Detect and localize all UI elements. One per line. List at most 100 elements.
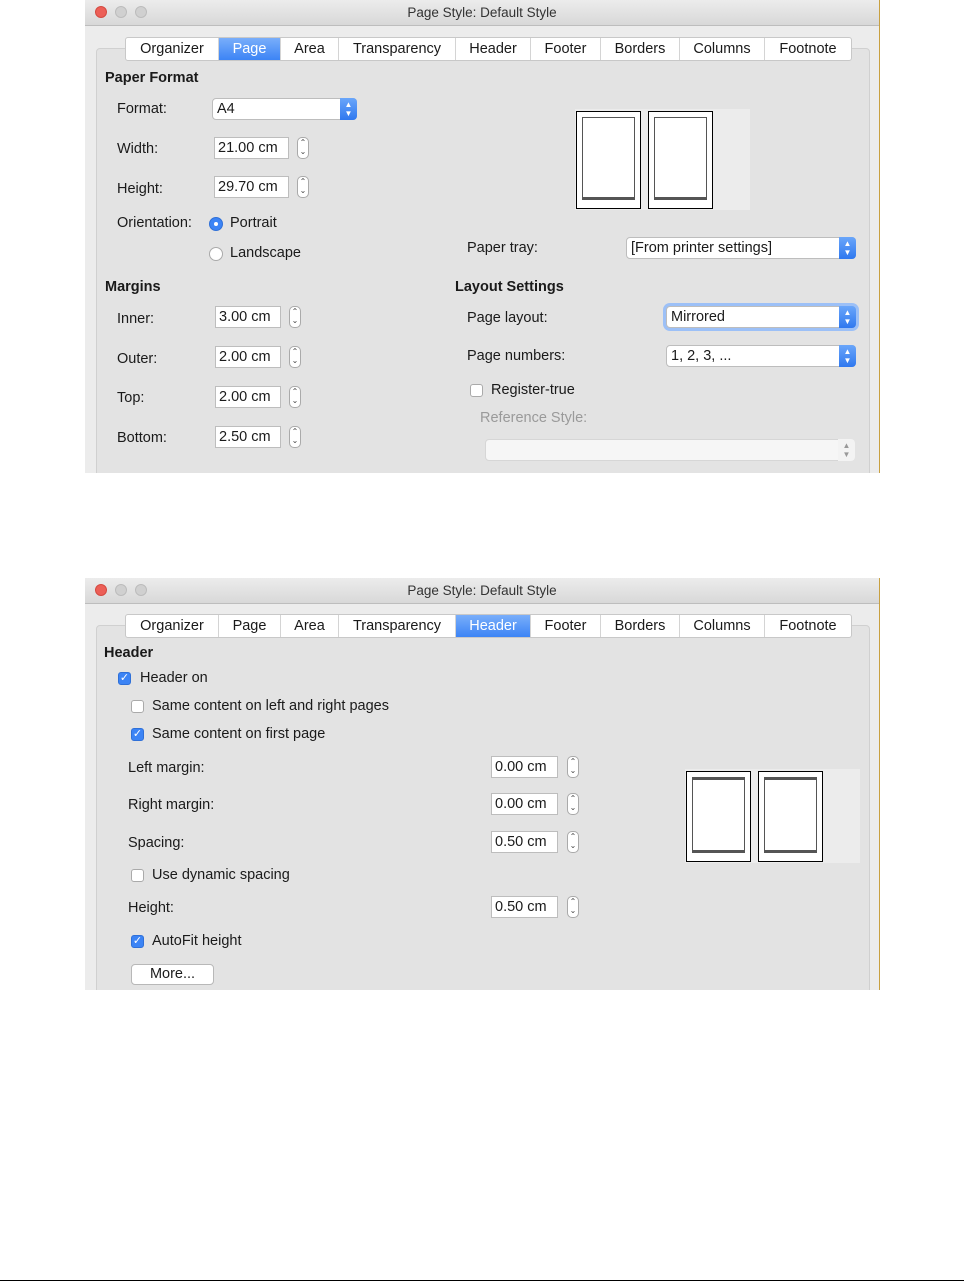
- more-button[interactable]: More...: [131, 964, 214, 985]
- spacing-field[interactable]: 0.50 cm: [491, 831, 558, 853]
- reference-style-select[interactable]: ▲ ▼: [485, 439, 855, 461]
- top-stepper[interactable]: ⌃ ⌄: [289, 386, 301, 408]
- inner-stepper[interactable]: ⌃ ⌄: [289, 306, 301, 328]
- width-field[interactable]: 21.00 cm: [214, 137, 289, 159]
- page-style-dialog-header-tab: Page Style: Default Style Organizer Page…: [85, 578, 880, 990]
- same-content-left-right-checkbox[interactable]: [131, 700, 144, 713]
- right-margin-field[interactable]: 0.00 cm: [491, 793, 558, 815]
- same-content-left-right-label: Same content on left and right pages: [152, 698, 389, 714]
- page-numbers-select[interactable]: 1, 2, 3, ... ▲ ▼: [666, 345, 856, 367]
- inner-field[interactable]: 3.00 cm: [215, 306, 281, 328]
- chevron-up-down-icon: ▲ ▼: [839, 345, 856, 367]
- left-page-preview: [576, 111, 641, 209]
- page-numbers-label: Page numbers:: [467, 348, 566, 364]
- width-stepper[interactable]: ⌃ ⌄: [297, 137, 309, 159]
- tab-borders[interactable]: Borders: [601, 615, 680, 637]
- tab-footnote[interactable]: Footnote: [765, 38, 851, 60]
- dialog-title: Page Style: Default Style: [407, 5, 557, 20]
- paper-tray-select[interactable]: [From printer settings] ▲ ▼: [626, 237, 856, 259]
- left-margin-field[interactable]: 0.00 cm: [491, 756, 558, 778]
- paper-tray-value: [From printer settings]: [631, 240, 773, 256]
- tab-footnote[interactable]: Footnote: [765, 615, 851, 637]
- page-bottom-rule: [0, 1280, 964, 1281]
- format-label: Format:: [117, 101, 167, 117]
- register-true-checkbox[interactable]: [470, 384, 483, 397]
- page-numbers-value: 1, 2, 3, ...: [671, 348, 732, 364]
- height-stepper[interactable]: ⌃ ⌄: [567, 896, 579, 918]
- header-on-checkbox[interactable]: ✓: [118, 672, 131, 685]
- tab-footer[interactable]: Footer: [531, 615, 601, 637]
- header-heading: Header: [104, 645, 154, 661]
- tab-bar: Organizer Page Area Transparency Header …: [125, 614, 852, 638]
- outer-stepper[interactable]: ⌃ ⌄: [289, 346, 301, 368]
- tab-area[interactable]: Area: [281, 615, 339, 637]
- register-true-label: Register-true: [491, 382, 575, 398]
- orientation-label: Orientation:: [117, 215, 192, 231]
- tab-borders[interactable]: Borders: [601, 38, 680, 60]
- portrait-radio[interactable]: [209, 217, 223, 231]
- right-margin-stepper[interactable]: ⌃ ⌄: [567, 793, 579, 815]
- page-layout-select[interactable]: Mirrored ▲ ▼: [666, 306, 856, 328]
- height-label: Height:: [128, 900, 174, 916]
- page-style-dialog-page-tab: Page Style: Default Style Organizer Page…: [85, 0, 880, 473]
- tab-page[interactable]: Page: [219, 38, 281, 60]
- landscape-label: Landscape: [230, 245, 301, 261]
- top-field[interactable]: 2.00 cm: [215, 386, 281, 408]
- inner-label: Inner:: [117, 311, 155, 327]
- margins-heading: Margins: [105, 279, 161, 295]
- chevron-up-down-icon: ▲ ▼: [340, 98, 357, 120]
- title-bar: Page Style: Default Style: [85, 0, 879, 26]
- format-value: A4: [217, 101, 235, 117]
- outer-field[interactable]: 2.00 cm: [215, 346, 281, 368]
- left-margin-label: Left margin:: [128, 760, 205, 776]
- landscape-radio[interactable]: [209, 247, 223, 261]
- page-layout-label: Page layout:: [467, 310, 548, 326]
- bottom-stepper[interactable]: ⌃ ⌄: [289, 426, 301, 448]
- height-field[interactable]: 0.50 cm: [491, 896, 558, 918]
- height-label: Height:: [117, 181, 163, 197]
- tab-transparency[interactable]: Transparency: [339, 615, 456, 637]
- spacing-stepper[interactable]: ⌃ ⌄: [567, 831, 579, 853]
- left-margin-stepper[interactable]: ⌃ ⌄: [567, 756, 579, 778]
- right-margin-label: Right margin:: [128, 797, 215, 813]
- reference-style-label: Reference Style:: [480, 410, 588, 426]
- chevron-up-down-icon: ▲ ▼: [838, 439, 855, 461]
- right-page-preview: [648, 111, 713, 209]
- paper-tray-label: Paper tray:: [467, 240, 538, 256]
- bottom-field[interactable]: 2.50 cm: [215, 426, 281, 448]
- chevron-up-down-icon: ▲ ▼: [839, 306, 856, 328]
- height-field[interactable]: 29.70 cm: [214, 176, 289, 198]
- right-page-preview: [758, 771, 823, 862]
- tab-header[interactable]: Header: [456, 38, 531, 60]
- tab-organizer[interactable]: Organizer: [126, 615, 219, 637]
- autofit-height-label: AutoFit height: [152, 933, 242, 949]
- paper-format-heading: Paper Format: [105, 70, 199, 86]
- bottom-label: Bottom:: [117, 430, 167, 446]
- tab-area[interactable]: Area: [281, 38, 339, 60]
- width-label: Width:: [117, 141, 159, 157]
- tab-columns[interactable]: Columns: [680, 615, 765, 637]
- height-stepper[interactable]: ⌃ ⌄: [297, 176, 309, 198]
- tab-organizer[interactable]: Organizer: [126, 38, 219, 60]
- tab-bar: Organizer Page Area Transparency Header …: [125, 37, 852, 61]
- outer-label: Outer:: [117, 351, 158, 367]
- same-content-first-page-checkbox[interactable]: ✓: [131, 728, 144, 741]
- layout-settings-heading: Layout Settings: [455, 279, 564, 295]
- format-select[interactable]: A4 ▲ ▼: [212, 98, 357, 120]
- tab-header[interactable]: Header: [456, 615, 531, 637]
- tab-footer[interactable]: Footer: [531, 38, 601, 60]
- left-page-preview: [686, 771, 751, 862]
- top-label: Top:: [117, 390, 145, 406]
- dynamic-spacing-label: Use dynamic spacing: [152, 867, 290, 883]
- tab-columns[interactable]: Columns: [680, 38, 765, 60]
- autofit-height-checkbox[interactable]: ✓: [131, 935, 144, 948]
- portrait-label: Portrait: [230, 215, 277, 231]
- title-bar: Page Style: Default Style: [85, 578, 879, 604]
- spacing-label: Spacing:: [128, 835, 185, 851]
- tab-page[interactable]: Page: [219, 615, 281, 637]
- page-layout-value: Mirrored: [671, 309, 725, 325]
- dynamic-spacing-checkbox[interactable]: [131, 869, 144, 882]
- same-content-first-page-label: Same content on first page: [152, 726, 326, 742]
- header-on-label: Header on: [140, 670, 208, 686]
- tab-transparency[interactable]: Transparency: [339, 38, 456, 60]
